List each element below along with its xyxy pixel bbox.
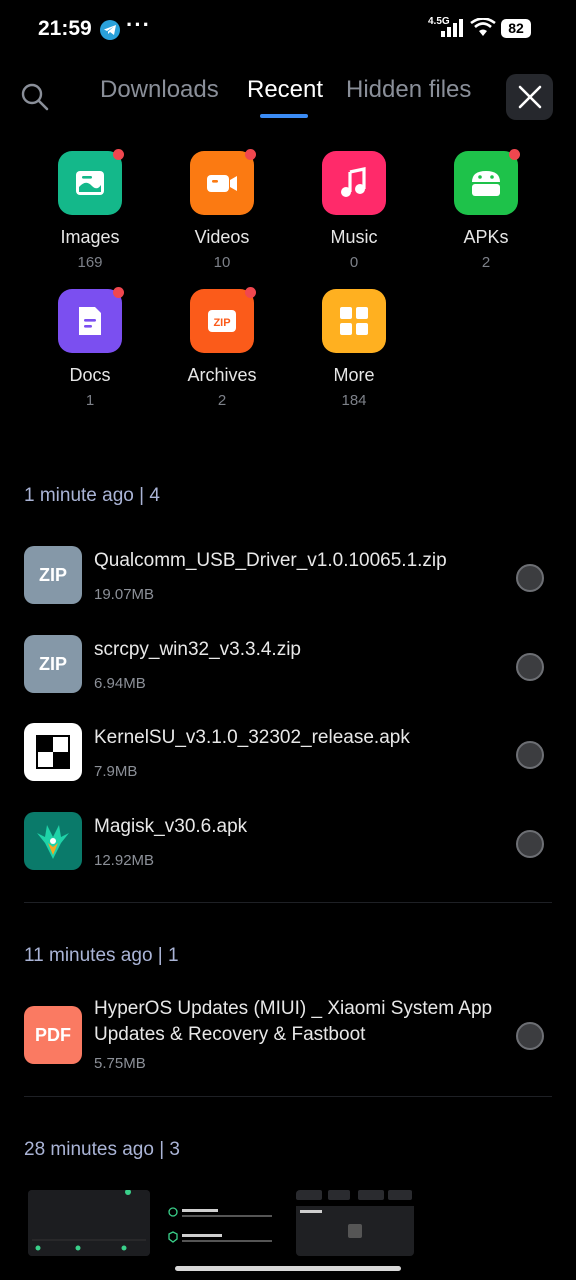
gesture-navigation-bar[interactable] (175, 1266, 401, 1271)
kernelsu-app-icon (24, 723, 82, 781)
category-images[interactable]: Images 169 (35, 149, 145, 271)
section-divider (24, 1096, 552, 1097)
file-size: 7.9MB (94, 763, 138, 780)
file-name: HyperOS Updates (MIUI) _ Xiaomi System A… (94, 998, 493, 1045)
new-badge (245, 149, 256, 160)
new-badge (113, 149, 124, 160)
category-music[interactable]: Music 0 (299, 151, 409, 271)
category-count: 10 (213, 254, 231, 271)
section-header: 11 minutes ago | 1 (24, 945, 179, 966)
tab-hidden-files[interactable]: Hidden files (346, 76, 471, 104)
file-name: Qualcomm_USB_Driver_v1.0.10065.1.zip (94, 550, 447, 571)
category-archives-tile: ZIP (190, 287, 256, 353)
category-count: 184 (341, 392, 367, 409)
tab-downloads[interactable]: Downloads (100, 76, 219, 104)
zip-icon: ZIP (208, 310, 236, 332)
new-badge (245, 287, 256, 298)
telegram-icon (100, 20, 120, 40)
screenshot-preview (168, 1207, 272, 1243)
file-name: scrcpy_win32_v3.3.4.zip (94, 639, 301, 660)
category-count: 169 (77, 254, 103, 271)
android-icon (472, 171, 500, 196)
signal-icon (441, 19, 463, 37)
zip-file-icon: ZIP (24, 546, 82, 604)
category-label: Docs (69, 365, 111, 385)
category-more[interactable]: More 184 (299, 289, 409, 409)
active-tab-indicator (260, 114, 308, 118)
search-button[interactable] (20, 82, 50, 112)
category-label: Videos (194, 227, 250, 247)
section-header: 1 minute ago | 4 (24, 485, 160, 506)
category-count: 2 (217, 392, 227, 409)
image-thumbnail[interactable] (28, 1190, 150, 1256)
file-size: 12.92MB (94, 852, 155, 869)
category-apks-tile (454, 149, 520, 215)
file-size: 19.07MB (94, 586, 155, 603)
grid-icon (340, 307, 368, 335)
category-label: APKs (463, 227, 509, 247)
select-checkbox[interactable] (516, 653, 544, 681)
category-label: Music (330, 227, 378, 247)
zip-file-icon: ZIP (24, 635, 82, 693)
magisk-app-icon (24, 812, 82, 870)
image-thumbnail[interactable] (162, 1190, 282, 1256)
file-size: 6.94MB (94, 675, 146, 692)
category-music-tile (322, 151, 386, 215)
file-name: Magisk_v30.6.apk (94, 816, 248, 837)
close-button[interactable] (506, 74, 553, 120)
category-label: Archives (187, 365, 257, 385)
search-icon (21, 83, 49, 111)
file-row[interactable]: Magisk_v30.6.apk 12.92MB (0, 812, 576, 900)
category-more-tile (322, 289, 386, 353)
tab-recent[interactable]: Recent (247, 76, 323, 104)
file-size: 5.75MB (94, 1055, 146, 1072)
file-row[interactable]: PDF HyperOS Updates (MIUI) _ Xiaomi Syst… (0, 998, 576, 1086)
new-badge (113, 287, 124, 298)
select-checkbox[interactable] (516, 1022, 544, 1050)
category-count: 2 (481, 254, 491, 271)
category-videos-tile (190, 149, 256, 215)
category-docs[interactable]: Docs 1 (35, 287, 145, 409)
status-bar: 21:59 ··· 4.5G 82 (0, 0, 576, 60)
select-checkbox[interactable] (516, 564, 544, 592)
category-count: 1 (85, 392, 95, 409)
category-images-tile (58, 149, 124, 215)
file-name: KernelSU_v3.1.0_32302_release.apk (94, 727, 410, 748)
section-divider (24, 902, 552, 903)
music-icon (341, 167, 366, 197)
select-checkbox[interactable] (516, 830, 544, 858)
video-icon (207, 175, 237, 192)
screenshot-preview (296, 1190, 414, 1256)
file-row[interactable]: KernelSU_v3.1.0_32302_release.apk 7.9MB (0, 723, 576, 811)
image-icon (76, 171, 104, 195)
new-badge (509, 149, 520, 160)
category-archives[interactable]: ZIP Archives 2 (167, 287, 277, 409)
category-label: More (333, 365, 375, 385)
category-count: 0 (349, 254, 359, 271)
category-label: Images (60, 227, 120, 247)
clock: 21:59 (38, 17, 92, 40)
category-videos[interactable]: Videos 10 (167, 149, 277, 271)
close-icon (518, 85, 542, 109)
pdf-file-icon: PDF (24, 1006, 82, 1064)
wifi-icon (470, 18, 496, 36)
category-docs-tile (58, 287, 124, 353)
select-checkbox[interactable] (516, 741, 544, 769)
section-header: 28 minutes ago | 3 (24, 1139, 180, 1160)
document-icon (79, 307, 101, 335)
category-apks[interactable]: APKs 2 (431, 149, 541, 271)
battery-icon: 82 (501, 19, 531, 38)
more-notifications-icon: ··· (126, 12, 151, 37)
file-row[interactable]: ZIP scrcpy_win32_v3.3.4.zip 6.94MB (0, 635, 576, 723)
image-thumbnail[interactable] (296, 1190, 414, 1256)
screenshot-preview (28, 1190, 150, 1256)
file-row[interactable]: ZIP Qualcomm_USB_Driver_v1.0.10065.1.zip… (0, 546, 576, 634)
svg-text:ZIP: ZIP (213, 317, 230, 329)
